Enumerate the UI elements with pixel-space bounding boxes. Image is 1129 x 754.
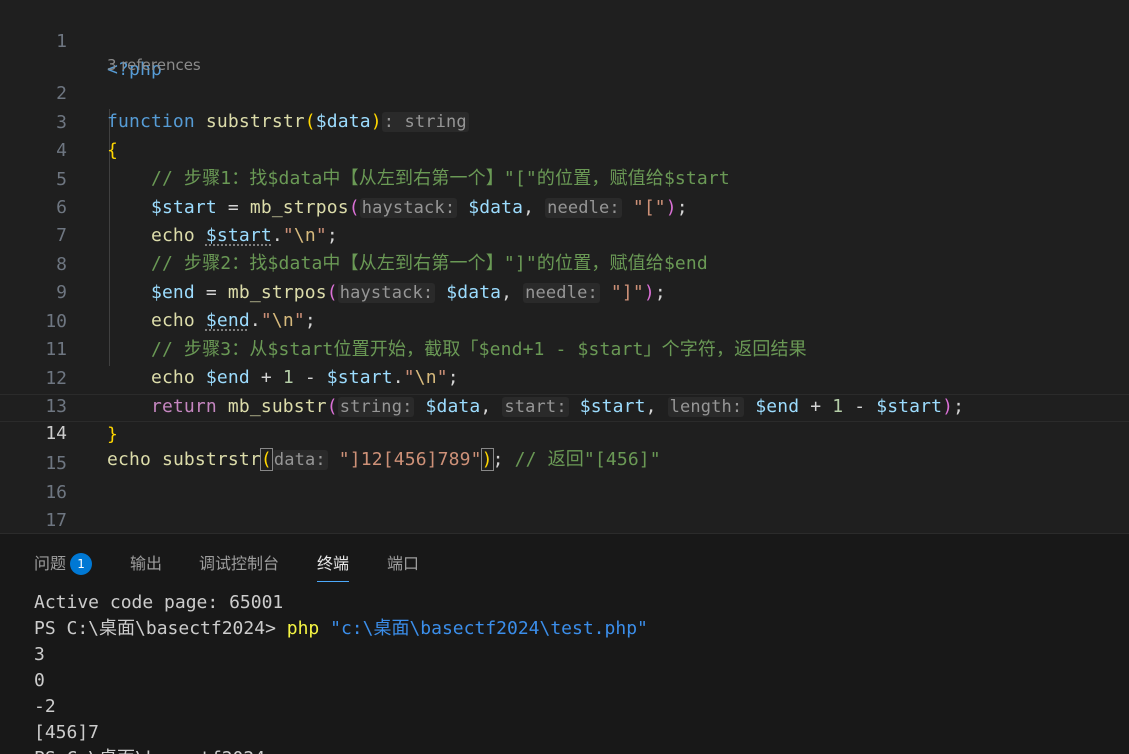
terminal-output[interactable]: Active code page: 65001 PS C:\桌面\basectf2… xyxy=(34,590,648,754)
code-line-18[interactable]: 18 xyxy=(0,508,1129,533)
panel-tabs: 问题 1 输出 调试控制台 终端 端口 xyxy=(0,534,1129,590)
code-line-12[interactable]: 12 return mb_substr(string: $data, start… xyxy=(0,337,1129,417)
code-line-13[interactable]: 13 } xyxy=(0,365,1129,445)
code-line-17[interactable]: 17 xyxy=(0,479,1129,531)
tab-problems[interactable]: 问题 1 xyxy=(34,550,93,575)
terminal-line: Active code page: 65001 xyxy=(34,592,284,613)
terminal-line: PS C:\桌面\basectf2024> xyxy=(34,746,648,754)
code-line-15[interactable]: 15 xyxy=(0,422,1129,474)
code-line-6[interactable]: 6 echo $start."\n"; xyxy=(0,166,1129,246)
terminal-line: 3 xyxy=(34,644,45,665)
tab-debug-console[interactable]: 调试控制台 xyxy=(199,550,279,574)
code-editor[interactable]: 1 <?php 3 references 2 function substrst… xyxy=(0,0,1129,533)
tab-label: 端口 xyxy=(387,554,420,573)
tab-label: 输出 xyxy=(130,554,163,573)
code-line-4[interactable]: 4 // 步骤1：找$data中【从左到右第一个】"["的位置，赋值给$star… xyxy=(0,109,1129,189)
terminal-prompt: PS C:\桌面\basectf2024> xyxy=(34,618,287,639)
code-line-1[interactable]: 1 <?php xyxy=(0,0,1129,80)
code-line-9[interactable]: 9 echo $end."\n"; xyxy=(0,251,1129,331)
tab-terminal[interactable]: 终端 xyxy=(317,550,350,582)
code-line-10[interactable]: 10 // 步骤3：从$start位置开始，截取「$end+1 - $start… xyxy=(0,280,1129,360)
codelens-row: 3 references xyxy=(0,26,1129,74)
terminal-line: [456]7 xyxy=(34,722,100,743)
terminal-line: 0 xyxy=(34,670,45,691)
code-line-2[interactable]: 2 function substrstr($data): string xyxy=(0,52,1129,132)
terminal-command: php xyxy=(286,618,320,639)
code-line-7[interactable]: 7 // 步骤2：找$data中【从左到右第一个】"]"的位置，赋值给$end xyxy=(0,194,1129,274)
tab-label: 调试控制台 xyxy=(199,554,280,573)
tab-output[interactable]: 输出 xyxy=(130,550,162,574)
code-line-5[interactable]: 5 $start = mb_strpos(haystack: $data, ne… xyxy=(0,138,1129,218)
terminal-line: -2 xyxy=(34,696,56,717)
tab-ports[interactable]: 端口 xyxy=(387,550,419,574)
tab-label: 问题 xyxy=(34,554,67,573)
tab-label: 终端 xyxy=(317,554,350,573)
problems-count-badge: 1 xyxy=(70,553,93,575)
bottom-panel: 问题 1 输出 调试控制台 终端 端口 Active code page: 650… xyxy=(0,533,1129,754)
code-line-3[interactable]: 3 { xyxy=(0,81,1129,161)
code-line-8[interactable]: 8 $end = mb_strpos(haystack: $data, need… xyxy=(0,223,1129,303)
code-line-11[interactable]: 11 echo $end + 1 - $start."\n"; xyxy=(0,308,1129,388)
terminal-command-line: PS C:\桌面\basectf2024> php "c:\桌面\basectf… xyxy=(34,616,648,642)
code-line-16[interactable]: 16 xyxy=(0,451,1129,503)
code-line-14[interactable]: 14 echo substrstr(data: "]12[456]789"); … xyxy=(0,394,1129,471)
terminal-argument: "c:\桌面\basectf2024\test.php" xyxy=(330,618,648,639)
